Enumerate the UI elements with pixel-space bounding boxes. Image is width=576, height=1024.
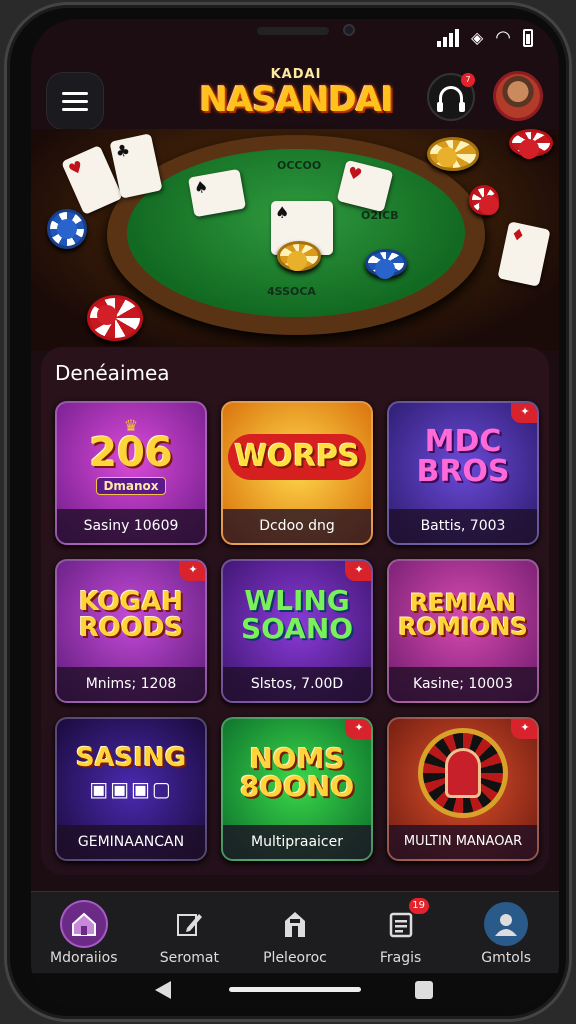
menu-button[interactable] — [47, 73, 103, 129]
hamburger-line-icon — [62, 107, 88, 111]
battery-icon — [523, 29, 533, 47]
poker-chip — [47, 209, 87, 249]
dealer-icon — [445, 748, 481, 798]
game-label: GEMINAANCAN — [57, 825, 205, 859]
home-icon — [61, 902, 106, 946]
edit-icon — [167, 902, 211, 946]
phone-frame: ◈ ◠ KADAI NASANDAI ♛ ♛ 7 — [4, 2, 572, 1022]
support-button[interactable]: 7 — [427, 73, 475, 121]
new-badge: ✦ — [511, 403, 537, 423]
wifi-icon: ◠ — [495, 27, 511, 48]
game-tile[interactable]: KOGAH ROODS Mnims; 1208 ✦ — [55, 559, 207, 703]
roulette-wheel-icon — [418, 728, 508, 818]
game-title: WLING SOANO — [240, 584, 354, 645]
bottom-tab-bar: Mdoraiios Seromat Pleleoroc 19 Fragis Gm… — [31, 891, 559, 973]
poker-chip — [87, 295, 143, 341]
tab-list[interactable]: 19 Fragis — [348, 892, 454, 973]
game-tile[interactable]: MDC BROS Battis, 7003 ✦ — [387, 401, 539, 545]
game-art: ♛ 206 Dmanox — [57, 403, 205, 511]
game-title: SASING — [75, 743, 187, 773]
game-tile[interactable]: MULTIN MANAOAR ✦ — [387, 717, 539, 861]
new-badge: ✦ — [345, 561, 371, 581]
game-tile[interactable]: WORPS Dcdoo dng — [221, 401, 373, 545]
new-badge: ✦ — [179, 561, 205, 581]
system-nav-bar — [31, 973, 559, 1009]
tab-building[interactable]: Pleleoroc — [242, 892, 348, 973]
tab-edit[interactable]: Seromat — [137, 892, 243, 973]
list-icon: 19 — [379, 898, 429, 946]
screen: ◈ ◠ KADAI NASANDAI ♛ ♛ 7 — [31, 19, 559, 1009]
cell-signal-icon — [436, 29, 459, 47]
poker-chip — [427, 137, 479, 171]
game-title: KOGAH ROODS — [78, 587, 184, 643]
status-bar: ◈ ◠ — [31, 19, 559, 61]
game-title: NOMS 8OONO — [239, 742, 355, 803]
back-icon[interactable] — [155, 981, 171, 999]
slot-cards-icon: ▣▣▣▢ — [89, 777, 173, 801]
hero-banner[interactable]: OCCOO O2ICB 4SSOCA ♥ ♣ ♠ ♥ ♠ ♦ — [31, 129, 559, 351]
game-tile[interactable]: WLING SOANO Slstos, 7.00D ✦ — [221, 559, 373, 703]
playing-card: ♦ — [497, 221, 551, 287]
game-label: Battis, 7003 — [389, 509, 537, 543]
headset-icon — [437, 86, 465, 112]
user-icon — [484, 902, 529, 946]
tab-label: Mdoraiios — [50, 950, 118, 966]
section-title: Denéaimea — [55, 361, 170, 385]
game-art: SASING ▣▣▣▢ — [57, 719, 205, 827]
game-subtitle: Dmanox — [96, 477, 166, 495]
home-gesture-bar[interactable] — [229, 987, 361, 992]
game-label: Sasiny 10609 — [57, 509, 205, 543]
game-title: REMIAN ROMIONS — [398, 589, 528, 641]
poker-chip — [509, 129, 553, 159]
poker-chip — [469, 185, 499, 215]
tab-label: Pleleoroc — [263, 950, 327, 966]
profile-avatar[interactable] — [493, 71, 543, 121]
notification-badge: 19 — [408, 898, 429, 914]
new-badge: ✦ — [511, 719, 537, 739]
logo-main-text: NASANDAI — [199, 80, 393, 120]
hamburger-line-icon — [62, 91, 88, 95]
building-icon — [273, 902, 317, 946]
game-art: WORPS — [223, 403, 371, 511]
game-tile[interactable]: SASING ▣▣▣▢ GEMINAANCAN — [55, 717, 207, 861]
game-art: REMIAN ROMIONS — [389, 561, 537, 669]
game-label: MULTIN MANAOAR — [389, 825, 537, 859]
tab-label: Fragis — [379, 950, 422, 966]
game-label: Mnims; 1208 — [57, 667, 205, 701]
new-badge: ✦ — [345, 719, 371, 739]
game-title: MDC BROS — [416, 424, 510, 489]
front-camera — [343, 24, 355, 36]
game-title: WORPS — [228, 434, 366, 480]
tab-label: Gmtols — [481, 950, 532, 966]
games-panel: Denéaimea ♛ 206 Dmanox Sasiny 10609 WORP… — [41, 347, 549, 875]
game-label: Slstos, 7.00D — [223, 667, 371, 701]
game-tile[interactable]: ♛ 206 Dmanox Sasiny 10609 — [55, 401, 207, 545]
felt-text: 4SSOCA — [267, 285, 316, 298]
tab-label: Seromat — [159, 950, 219, 966]
poker-chip — [277, 241, 321, 271]
game-tile[interactable]: REMIAN ROMIONS Kasine; 10003 — [387, 559, 539, 703]
tab-home[interactable]: Mdoraiios — [31, 892, 137, 973]
nfc-icon: ◈ — [470, 28, 484, 47]
game-title: 206 — [89, 430, 173, 476]
status-icons: ◈ ◠ — [436, 27, 533, 48]
game-tile[interactable]: NOMS 8OONO Multipraaicer ✦ — [221, 717, 373, 861]
game-label: Multipraaicer — [223, 825, 371, 859]
game-label: Kasine; 10003 — [389, 667, 537, 701]
support-badge: 7 — [461, 73, 475, 87]
tab-profile[interactable]: Gmtols — [453, 892, 559, 973]
hamburger-line-icon — [62, 99, 88, 103]
poker-chip — [365, 249, 407, 279]
felt-text: OCCOO — [277, 159, 322, 172]
games-grid: ♛ 206 Dmanox Sasiny 10609 WORPS Dcdoo dn… — [55, 401, 539, 861]
speaker-grille — [257, 27, 329, 35]
recents-icon[interactable] — [415, 981, 433, 999]
game-label: Dcdoo dng — [223, 509, 371, 543]
